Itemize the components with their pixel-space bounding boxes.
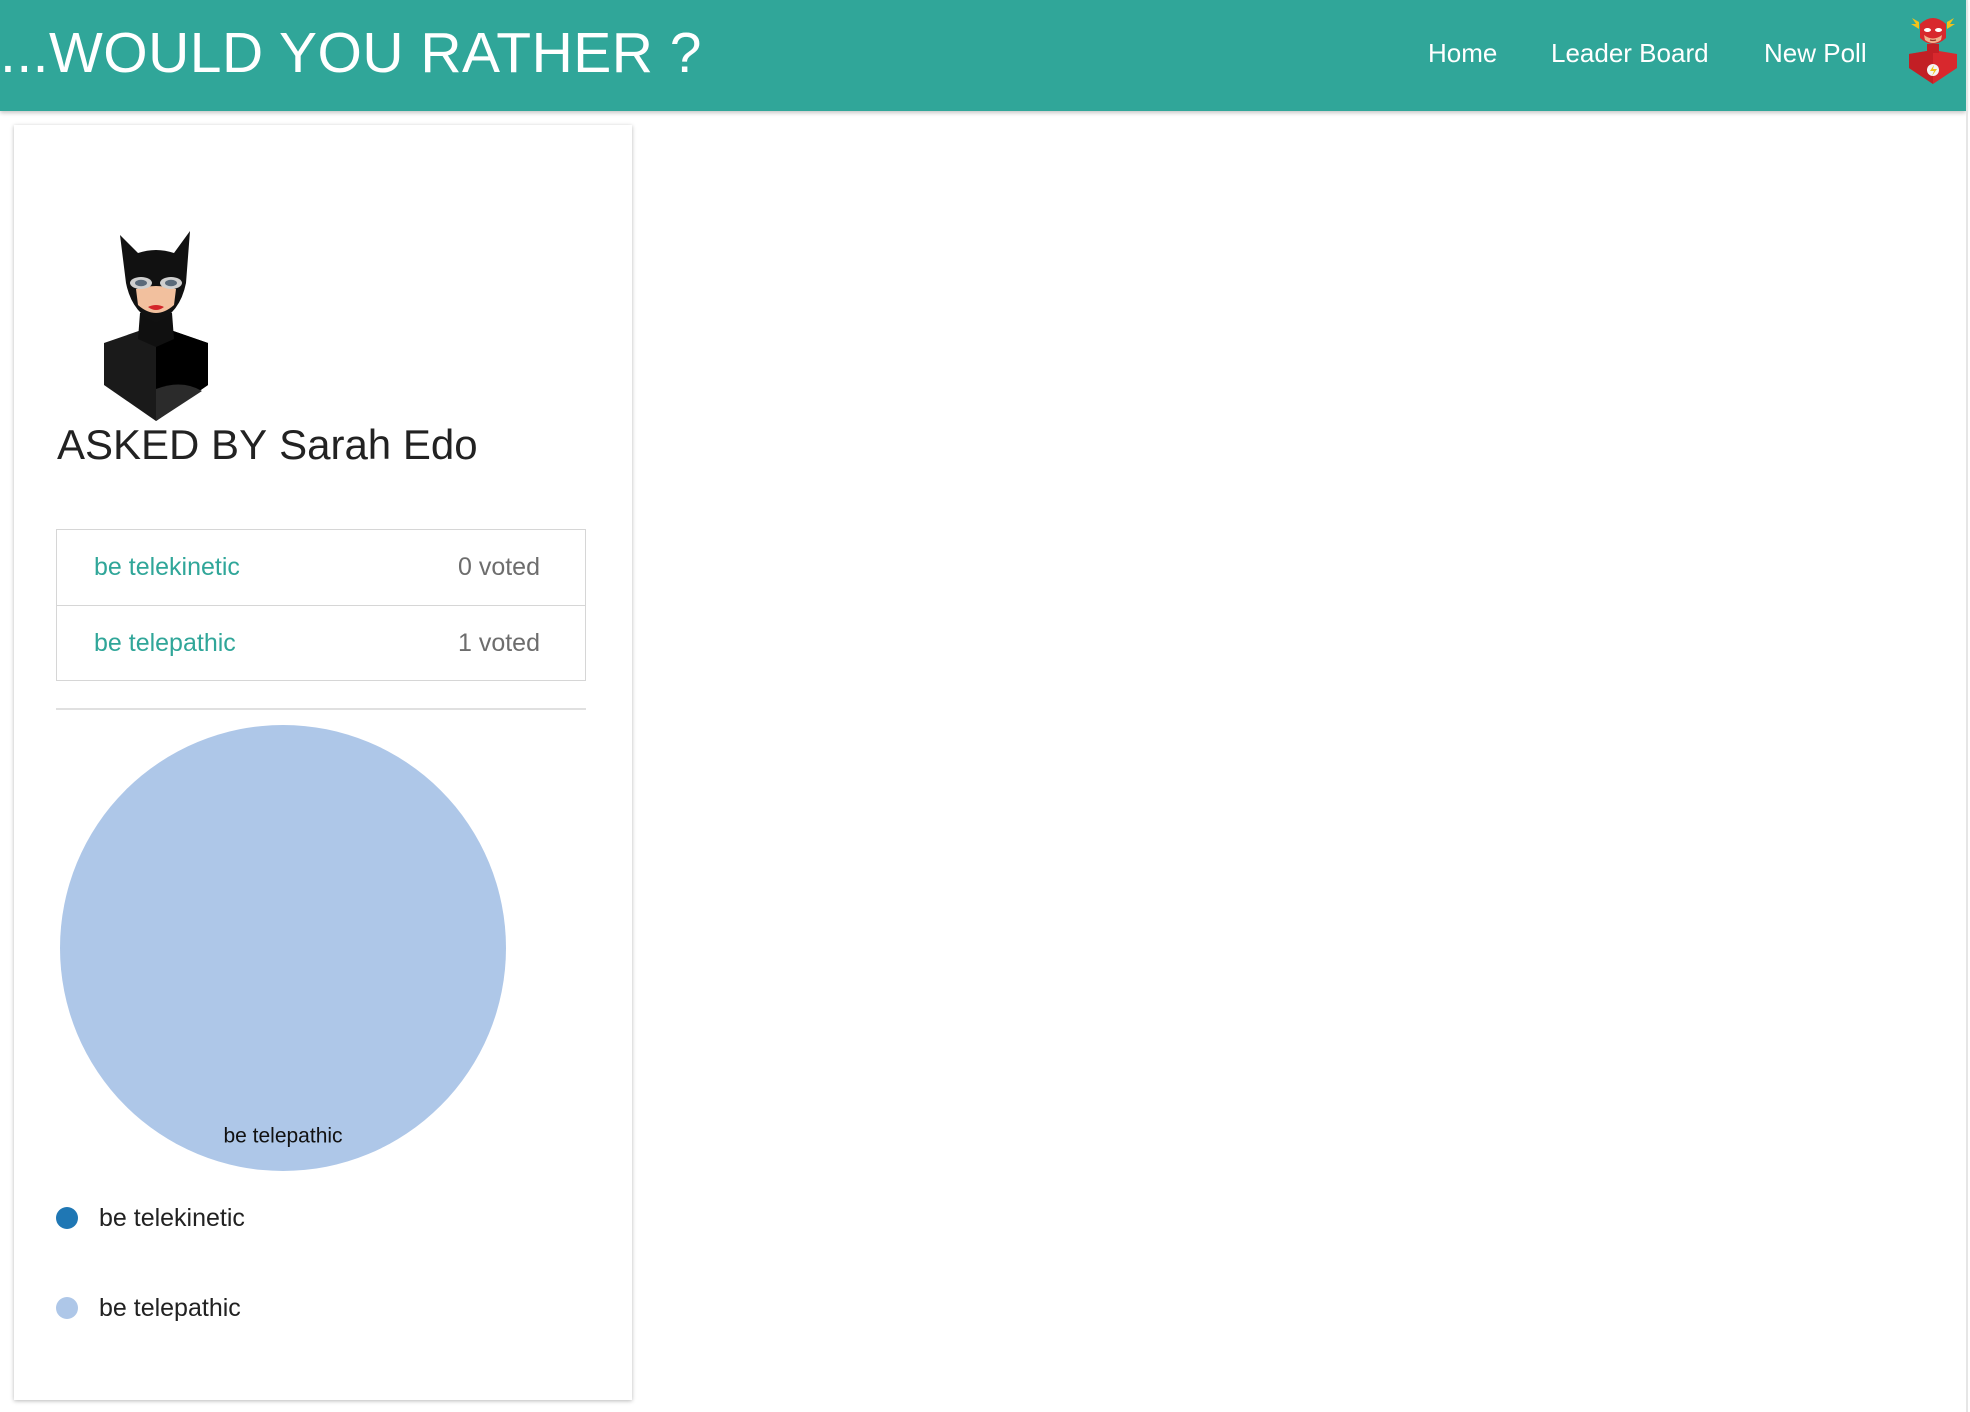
- app-title[interactable]: ...WOULD YOU RATHER ?: [0, 0, 702, 111]
- author-name: Sarah Edo: [279, 421, 478, 468]
- poll-card: ASKED BY Sarah Edo be telekinetic 0 voted…: [14, 125, 632, 1400]
- option-text[interactable]: be telepathic: [94, 606, 236, 681]
- catwoman-avatar-icon: [104, 231, 208, 421]
- option-vote-count: 0 voted: [457, 553, 540, 581]
- page-right-edge: [1966, 0, 1968, 1412]
- legend-label: be telepathic: [99, 1294, 241, 1322]
- nav-home-link[interactable]: Home: [1428, 0, 1497, 111]
- pie-slice: [60, 725, 506, 1171]
- top-navbar: ...WOULD YOU RATHER ? Home Leader Board …: [0, 0, 1966, 111]
- option-row[interactable]: be telekinetic 0 voted: [57, 530, 585, 605]
- options-list: be telekinetic 0 voted be telepathic 1 v…: [56, 529, 586, 681]
- legend-dot: [56, 1297, 78, 1319]
- pie-slice-label: be telepathic: [223, 1124, 342, 1147]
- asked-by-prefix: ASKED BY: [57, 421, 268, 468]
- nav-leaderboard-link[interactable]: Leader Board: [1551, 0, 1709, 111]
- option-text[interactable]: be telekinetic: [94, 530, 240, 605]
- option-row[interactable]: be telepathic 1 voted: [57, 605, 585, 680]
- flash-hero-avatar-icon[interactable]: [1903, 10, 1963, 86]
- nav-new-poll-link[interactable]: New Poll: [1764, 0, 1867, 111]
- legend-label: be telekinetic: [99, 1204, 245, 1232]
- asked-by-heading: ASKED BY Sarah Edo: [57, 421, 478, 469]
- divider: [56, 708, 586, 710]
- votes-pie-chart: be telekineticbe telepathic: [60, 725, 506, 1171]
- legend-dot: [56, 1207, 78, 1229]
- option-vote-count: 1 voted: [457, 629, 540, 657]
